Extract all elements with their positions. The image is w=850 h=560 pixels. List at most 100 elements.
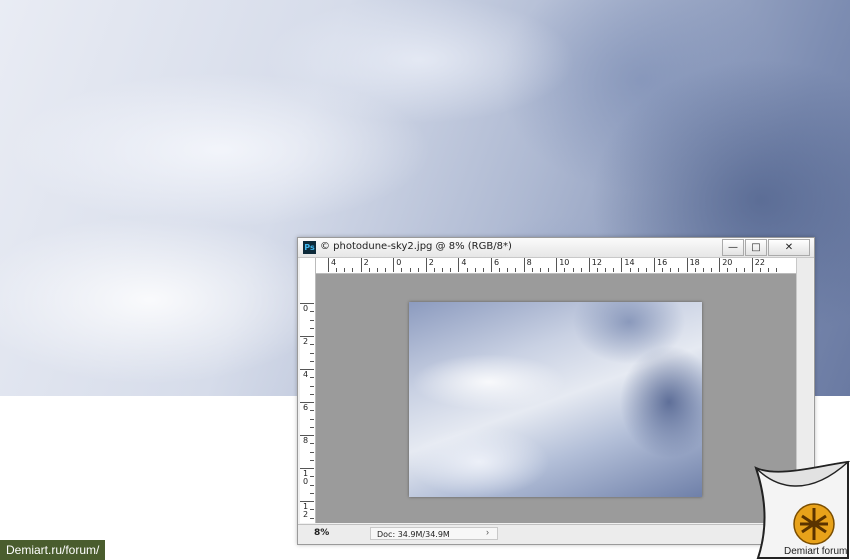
ruler-minor-tick — [768, 268, 770, 272]
ruler-left-label: 1 2 — [303, 502, 309, 519]
ruler-major-tick — [686, 258, 688, 272]
ruler-left-label: 6 — [303, 403, 309, 412]
ruler-top-label: 4 — [461, 258, 467, 267]
demiart-forum-label: Demiart forum — [784, 546, 848, 557]
ruler-top-label: 14 — [624, 258, 635, 267]
ruler-minor-tick — [310, 360, 314, 362]
ruler-major-tick — [458, 258, 460, 272]
photoshop-app-icon: Ps — [303, 241, 316, 254]
ruler-minor-tick — [474, 268, 476, 272]
ruler-major-tick — [556, 258, 558, 272]
ruler-major-tick — [523, 258, 525, 272]
ruler-minor-tick — [310, 509, 314, 511]
ruler-minor-tick — [310, 451, 314, 453]
ruler-minor-tick — [352, 268, 354, 272]
ruler-minor-tick — [409, 268, 411, 272]
ruler-top-label: 12 — [591, 258, 602, 267]
ruler-minor-tick — [702, 268, 704, 272]
ruler-minor-tick — [310, 459, 314, 461]
horizontal-ruler[interactable]: 4 2 0 2 4 6 8 10 12 14 16 18 20 22 — [316, 258, 796, 274]
ruler-top-label: 8 — [526, 258, 532, 267]
window-title: © photodune-sky2.jpg @ 8% (RGB/8*) — [320, 241, 512, 252]
ruler-top-label: 2 — [363, 258, 369, 267]
ruler-left-label: 1 0 — [303, 469, 309, 486]
maximize-button[interactable]: □ — [745, 239, 767, 256]
ruler-minor-tick — [417, 268, 419, 272]
ruler-minor-tick — [605, 268, 607, 272]
ruler-left-label: 4 — [303, 370, 309, 379]
ruler-minor-tick — [507, 268, 509, 272]
ruler-minor-tick — [482, 268, 484, 272]
document-size-info[interactable]: Doc: 34.9M/34.9M — [370, 527, 498, 540]
ruler-minor-tick — [310, 319, 314, 321]
ruler-minor-tick — [531, 268, 533, 272]
ruler-minor-tick — [310, 443, 314, 445]
ruler-minor-tick — [776, 268, 778, 272]
ruler-minor-tick — [450, 268, 452, 272]
ruler-minor-tick — [613, 268, 615, 272]
ruler-minor-tick — [564, 268, 566, 272]
ruler-minor-tick — [310, 476, 314, 478]
document-image-sky[interactable] — [409, 302, 702, 497]
ruler-minor-tick — [727, 268, 729, 272]
ruler-minor-tick — [310, 352, 314, 354]
canvas-workspace[interactable] — [316, 274, 796, 523]
ruler-minor-tick — [670, 268, 672, 272]
ruler-minor-tick — [539, 268, 541, 272]
ruler-minor-tick — [743, 268, 745, 272]
ruler-minor-tick — [548, 268, 550, 272]
ruler-minor-tick — [515, 268, 517, 272]
ruler-top-label: 6 — [494, 258, 500, 267]
ruler-minor-tick — [645, 268, 647, 272]
ruler-top-label: 10 — [559, 258, 570, 267]
ruler-top-label: 20 — [722, 258, 733, 267]
vertical-ruler[interactable]: 0 2 4 6 8 1 0 1 2 — [300, 273, 316, 523]
ruler-top-label: 0 — [396, 258, 402, 267]
ruler-minor-tick — [401, 268, 403, 272]
ruler-minor-tick — [368, 268, 370, 272]
ruler-minor-tick — [629, 268, 631, 272]
window-titlebar[interactable]: Ps © photodune-sky2.jpg @ 8% (RGB/8*) — … — [298, 238, 814, 258]
close-button[interactable]: ✕ — [768, 239, 810, 256]
ruler-minor-tick — [310, 517, 314, 519]
ruler-top-label: 16 — [657, 258, 668, 267]
ruler-major-tick — [393, 258, 395, 272]
site-watermark-badge[interactable]: Demiart.ru/forum/ — [0, 540, 106, 560]
ruler-minor-tick — [344, 268, 346, 272]
ruler-left-label: 8 — [303, 436, 309, 445]
ruler-minor-tick — [310, 418, 314, 420]
ruler-major-tick — [751, 258, 753, 272]
ruler-minor-tick — [637, 268, 639, 272]
ruler-minor-tick — [735, 268, 737, 272]
status-menu-arrow-icon[interactable]: › — [486, 527, 489, 537]
ruler-minor-tick — [376, 268, 378, 272]
ruler-major-tick — [360, 258, 362, 272]
ruler-major-tick — [425, 258, 427, 272]
photoshop-document-window[interactable]: Ps © photodune-sky2.jpg @ 8% (RGB/8*) — … — [297, 237, 815, 545]
ruler-minor-tick — [466, 268, 468, 272]
ruler-minor-tick — [310, 385, 314, 387]
ruler-minor-tick — [662, 268, 664, 272]
ruler-minor-tick — [310, 492, 314, 494]
ruler-major-tick — [654, 258, 655, 272]
ruler-minor-tick — [310, 377, 314, 379]
ruler-minor-tick — [499, 268, 501, 272]
ruler-minor-tick — [759, 268, 761, 272]
ruler-left-label: 2 — [303, 337, 309, 346]
ruler-minor-tick — [310, 426, 314, 428]
ruler-minor-tick — [310, 484, 314, 486]
ruler-minor-tick — [310, 311, 314, 313]
zoom-level[interactable]: 8% — [314, 528, 329, 538]
ruler-major-tick — [719, 258, 721, 272]
ruler-origin-corner[interactable] — [300, 258, 316, 274]
ruler-minor-tick — [580, 268, 582, 272]
ruler-top-label: 18 — [689, 258, 700, 267]
status-bar: 8% Doc: 34.9M/34.9M › — [298, 524, 814, 544]
ruler-left-label: 0 — [303, 304, 309, 313]
ruler-minor-tick — [442, 268, 444, 272]
ruler-minor-tick — [310, 410, 314, 412]
demiart-page-curl-logo — [748, 458, 850, 560]
ruler-top-label: 4 — [331, 258, 337, 267]
minimize-button[interactable]: — — [722, 239, 744, 256]
ruler-minor-tick — [385, 268, 387, 272]
